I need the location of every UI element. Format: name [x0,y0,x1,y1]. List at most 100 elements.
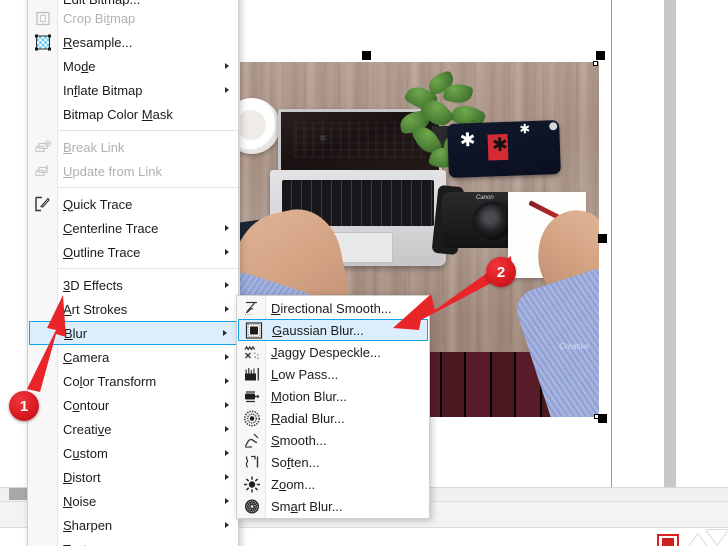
menu-item-contour[interactable]: Contour [28,393,238,417]
menu-item-label: Update from Link [63,163,162,179]
menu-item-camera[interactable]: Camera [28,345,238,369]
menu-item-label: Crop Bitmap [63,10,136,26]
chevron-right-icon [225,474,229,480]
directional-smooth-icon [241,298,262,319]
menu-item-crop-bitmap[interactable]: Crop Bitmap [28,6,238,30]
crop-bitmap-icon [32,8,53,29]
blur-submenu[interactable]: Directional Smooth... Gaussian Blur... J… [236,295,430,519]
menu-item-label: Resample... [63,34,133,50]
menu-item-inflate-bitmap[interactable]: Inflate Bitmap [28,78,238,102]
menu-item-blur[interactable]: Blur [29,321,237,345]
menu-item-label: Blur [64,325,88,341]
menu-item-sharpen[interactable]: Sharpen [28,513,238,537]
submenu-item-label: Gaussian Blur... [272,322,364,338]
menu-item-update-from-link[interactable]: Update from Link [28,159,238,183]
smart-blur-icon [241,496,262,517]
photo-case-zipper [549,122,558,131]
menu-item-label: Art Strokes [63,301,128,317]
submenu-item-low-pass[interactable]: Low Pass... [237,363,429,385]
menu-item-label: Outline Trace [63,244,141,260]
selection-handle-corner-marker[interactable] [594,414,599,419]
submenu-item-smart-blur[interactable]: Smart Blur... [237,495,429,517]
photo-case-asterisk: ✱ [519,121,531,137]
selection-handle-middle-right[interactable] [598,234,607,243]
menu-item-label: Noise [63,493,97,509]
menu-item-custom[interactable]: Custom [28,441,238,465]
submenu-item-zoom[interactable]: Zoom... [237,473,429,495]
menu-item-centerline-trace[interactable]: Centerline Trace [28,216,238,240]
bitmap-context-menu[interactable]: Edit Bitmap... Crop Bitmap [27,0,239,546]
palette-scroll-down-icon[interactable] [706,530,728,545]
menu-separator [57,130,238,131]
menu-item-label: Custom [63,445,108,461]
menu-item-color-transform[interactable]: Color Transform [28,369,238,393]
submenu-item-radial-blur[interactable]: Radial Blur... [237,407,429,429]
menu-item-mode[interactable]: Mode [28,54,238,78]
submenu-item-smooth[interactable]: Smooth... [237,429,429,451]
menu-item-creative[interactable]: Creative [28,417,238,441]
selection-handle-bottom-right[interactable] [598,414,607,423]
selection-handle-corner-marker[interactable] [593,61,598,66]
page-border-right [611,0,612,487]
submenu-item-motion-blur[interactable]: Motion Blur... [237,385,429,407]
chevron-right-icon [225,249,229,255]
submenu-item-directional-smooth[interactable]: Directional Smooth... [237,297,429,319]
menu-item-label: Break Link [63,139,125,155]
chevron-right-icon [225,306,229,312]
photo-case-asterisk: ✱ [459,129,476,152]
menu-item-label: Sharpen [63,517,113,533]
menu-item-label: Camera [63,349,110,365]
chevron-right-icon [223,330,227,336]
menu-item-break-link[interactable]: Break Link [28,135,238,159]
submenu-item-label: Zoom... [271,476,316,492]
menu-item-label: Creative [63,421,112,437]
submenu-item-label: Radial Blur... [271,410,345,426]
menu-item-label: Contour [63,397,110,413]
menu-item-noise[interactable]: Noise [28,489,238,513]
menu-item-3d-effects[interactable]: 3D Effects [28,273,238,297]
zoom-icon [241,474,262,495]
menu-item-bitmap-color-mask[interactable]: Bitmap Color Mask [28,102,238,126]
radial-blur-icon [241,408,262,429]
menu-item-label: Centerline Trace [63,220,159,236]
menu-item-label: Texture [57,542,106,546]
submenu-item-soften[interactable]: Soften... [237,451,429,473]
chevron-right-icon [225,522,229,528]
submenu-item-gaussian-blur[interactable]: Gaussian Blur... [238,319,428,341]
menu-item-outline-trace[interactable]: Outline Trace [28,240,238,264]
menu-item-label: Color Transform [63,373,157,389]
chevron-right-icon [225,282,229,288]
gaussian-blur-icon [243,320,264,341]
chevron-right-icon [225,498,229,504]
vertical-scrollbar[interactable] [664,0,676,487]
menu-item-texture[interactable]: Texture [28,537,238,546]
menu-item-quick-trace[interactable]: Quick Trace [28,192,238,216]
menu-separator [57,268,238,269]
soften-icon [241,452,262,473]
submenu-item-label: Smart Blur... [271,498,343,514]
low-pass-icon [241,364,262,385]
menu-item-label: Bitmap Color Mask [63,106,173,122]
submenu-item-label: Soften... [271,454,320,470]
submenu-item-jaggy-despeckle[interactable]: Jaggy Despeckle... [237,341,429,363]
menu-item-distort[interactable]: Distort [28,465,238,489]
palette-swatch[interactable] [657,534,679,546]
menu-separator [57,187,238,188]
photo-case-asterisk: ✱ [491,134,509,157]
menu-item-resample[interactable]: Resample... [28,30,238,54]
chevron-right-icon [225,426,229,432]
jaggy-despeckle-icon [241,342,262,363]
smooth-icon [241,430,262,451]
selection-handle-top-right[interactable] [596,51,605,60]
update-link-icon [32,161,53,182]
app-window: ✖ ✱ ✱ ✱ Canon Creative Crop Bitmap Resam… [0,0,728,546]
resample-icon [32,32,53,53]
annotation-badge-2: 2 [486,257,516,287]
submenu-item-label: Smooth... [271,432,327,448]
selection-handle-top-left[interactable] [362,51,371,60]
menu-item-label: 3D Effects [63,277,123,293]
submenu-item-label: Jaggy Despeckle... [271,344,381,360]
chevron-right-icon [225,63,229,69]
chevron-right-icon [225,354,229,360]
menu-item-art-strokes[interactable]: Art Strokes [28,297,238,321]
